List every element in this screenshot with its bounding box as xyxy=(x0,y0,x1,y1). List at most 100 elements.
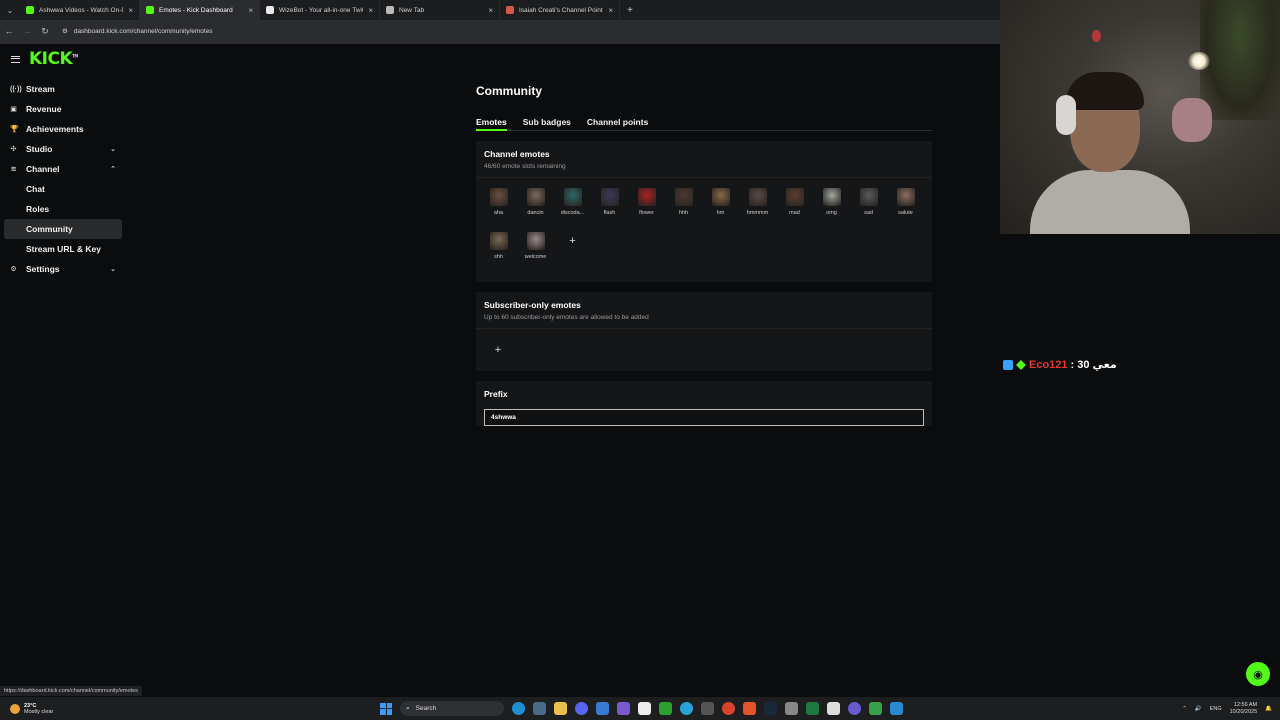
notification-icon[interactable]: 🔔 xyxy=(1265,706,1272,712)
tab-list-chevron-icon[interactable]: ⌄ xyxy=(0,6,20,15)
help-chat-button[interactable]: ◉ xyxy=(1246,662,1270,686)
hamburger-menu-icon[interactable] xyxy=(11,55,20,63)
app-icon[interactable] xyxy=(890,702,903,715)
webcam-feed xyxy=(1000,0,1280,234)
emote-item[interactable]: aha xyxy=(480,188,517,232)
chevron-icon[interactable]: ⌄ xyxy=(110,145,116,153)
telegram-icon[interactable] xyxy=(680,702,693,715)
chevron-down-icon[interactable]: ⌄ xyxy=(110,265,116,273)
browser-tab[interactable]: Emotes - Kick Dashboard × xyxy=(140,0,260,20)
sidebar-item-label: Stream URL & Key xyxy=(26,244,101,254)
tab-channel-points[interactable]: Channel points xyxy=(587,117,648,131)
back-arrow-icon[interactable]: ← xyxy=(0,26,18,36)
browser-tab-bar: ⌄ Ashwwa Videos - Watch On-De × Emotes -… xyxy=(0,0,1000,20)
sidebar-item-achievements[interactable]: 🏆 Achievements xyxy=(0,119,122,139)
emote-item[interactable]: welcome xyxy=(517,232,554,276)
app-icon[interactable] xyxy=(617,702,630,715)
url-field[interactable]: ⚙ dashboard.kick.com/channel/community/e… xyxy=(62,27,213,36)
emote-item[interactable]: mad xyxy=(776,188,813,232)
chrome-icon[interactable] xyxy=(722,702,735,715)
emote-item[interactable]: hm xyxy=(702,188,739,232)
tab-sub-badges[interactable]: Sub badges xyxy=(523,117,571,131)
reload-icon[interactable]: ↻ xyxy=(36,26,54,37)
app-icon[interactable] xyxy=(533,702,546,715)
folder-icon[interactable] xyxy=(554,702,567,715)
tab-title: WizeBot - Your all-in-one Twitc xyxy=(279,6,364,14)
clock[interactable]: 12:56 AM 10/20/2025 xyxy=(1230,702,1258,716)
lang-indicator[interactable]: ENG xyxy=(1210,706,1222,712)
browser-tab[interactable]: Isaiah Creati's Channel Point Bo × xyxy=(500,0,620,20)
forward-arrow-icon[interactable]: → xyxy=(18,26,36,36)
link-status-bar: https://dashboard.kick.com/channel/commu… xyxy=(0,686,142,696)
chat-badge-icon xyxy=(1003,359,1013,370)
close-tab-icon[interactable]: × xyxy=(368,6,373,15)
edge-icon[interactable] xyxy=(512,702,525,715)
sidebar-subitem-community[interactable]: Community xyxy=(4,219,122,239)
xbox-icon[interactable] xyxy=(659,702,672,715)
new-tab-button[interactable]: + xyxy=(620,5,640,16)
discord-icon[interactable] xyxy=(575,702,588,715)
app-icon[interactable] xyxy=(785,702,798,715)
emote-item[interactable]: flash xyxy=(591,188,628,232)
emote-name: hm xyxy=(716,210,725,216)
emote-item[interactable]: hhh xyxy=(665,188,702,232)
app-icon[interactable] xyxy=(701,702,714,715)
app-icon[interactable] xyxy=(869,702,882,715)
start-windows-icon[interactable] xyxy=(380,702,392,715)
browser-tab[interactable]: WizeBot - Your all-in-one Twitc × xyxy=(260,0,380,20)
sidebar-subitem-chat[interactable]: Chat xyxy=(0,179,122,199)
sidebar-subitem-roles[interactable]: Roles xyxy=(0,199,122,219)
emote-item[interactable]: hmmmm xyxy=(739,188,776,232)
brave-icon[interactable] xyxy=(743,702,756,715)
emote-item[interactable]: sad xyxy=(850,188,887,232)
volume-icon[interactable]: 🔊 xyxy=(1195,706,1202,712)
emote-item[interactable]: flower xyxy=(628,188,665,232)
close-tab-icon[interactable]: × xyxy=(488,6,493,15)
site-info-icon[interactable]: ⚙ xyxy=(62,27,68,35)
taskbar-search[interactable]: ⌕ Search xyxy=(400,701,504,716)
sidebar-item-label: Studio xyxy=(26,144,53,154)
emote-image xyxy=(526,188,545,206)
sidebar-subitem-stream-url-key[interactable]: Stream URL & Key xyxy=(0,239,122,259)
weather-widget[interactable]: 23°C Mostly clear xyxy=(0,703,380,715)
tab-emotes[interactable]: Emotes xyxy=(476,117,507,131)
tray-chevron-icon[interactable]: ⌃ xyxy=(1182,706,1187,712)
search-icon: ⌕ xyxy=(406,704,410,712)
emote-name: discoda... xyxy=(560,210,585,216)
chat-message: 30 معي xyxy=(1077,359,1117,371)
close-tab-icon[interactable]: × xyxy=(608,6,613,15)
emote-item[interactable]: salute xyxy=(887,188,924,232)
prefix-input[interactable]: 4shwwa xyxy=(484,409,924,426)
app-icon[interactable] xyxy=(827,702,840,715)
emote-item[interactable]: shh xyxy=(480,232,517,276)
emote-name: welcome xyxy=(524,254,547,260)
subscriber-emotes-heading: Subscriber-only emotes xyxy=(484,300,581,310)
app-icon[interactable] xyxy=(848,702,861,715)
add-emote-button[interactable]: + xyxy=(554,232,591,276)
browser-tab[interactable]: New Tab × xyxy=(380,0,500,20)
close-tab-icon[interactable]: × xyxy=(128,6,133,15)
sidebar-item-revenue[interactable]: ▣ Revenue xyxy=(0,99,122,119)
chevron-icon[interactable]: ⌃ xyxy=(110,165,116,173)
url-text: dashboard.kick.com/channel/community/emo… xyxy=(73,27,213,35)
steam-icon[interactable] xyxy=(764,702,777,715)
excel-icon[interactable] xyxy=(806,702,819,715)
sidebar-item-channel[interactable]: ≋ Channel ⌃ xyxy=(0,159,122,179)
app-icon[interactable] xyxy=(638,702,651,715)
app-icon[interactable] xyxy=(596,702,609,715)
sidebar-item-studio[interactable]: ✣ Studio ⌄ xyxy=(0,139,122,159)
kick-logo[interactable]: KICKTM xyxy=(29,49,78,69)
sidebar-item-label: Chat xyxy=(26,184,45,194)
browser-tab[interactable]: Ashwwa Videos - Watch On-De × xyxy=(20,0,140,20)
sidebar-item-label: Roles xyxy=(26,204,50,214)
close-tab-icon[interactable]: × xyxy=(248,6,253,15)
page-top-divider xyxy=(0,42,1000,44)
emote-item[interactable]: discoda... xyxy=(554,188,591,232)
emote-image xyxy=(896,188,915,206)
emote-item[interactable]: omg xyxy=(813,188,850,232)
sidebar-item-stream[interactable]: ((·)) Stream xyxy=(0,79,122,99)
sidebar-item-settings[interactable]: ⚙ Settings ⌄ xyxy=(0,259,122,279)
emote-image xyxy=(563,188,582,206)
add-subscriber-emote-button[interactable]: + xyxy=(484,341,512,359)
emote-item[interactable]: dancin xyxy=(517,188,554,232)
